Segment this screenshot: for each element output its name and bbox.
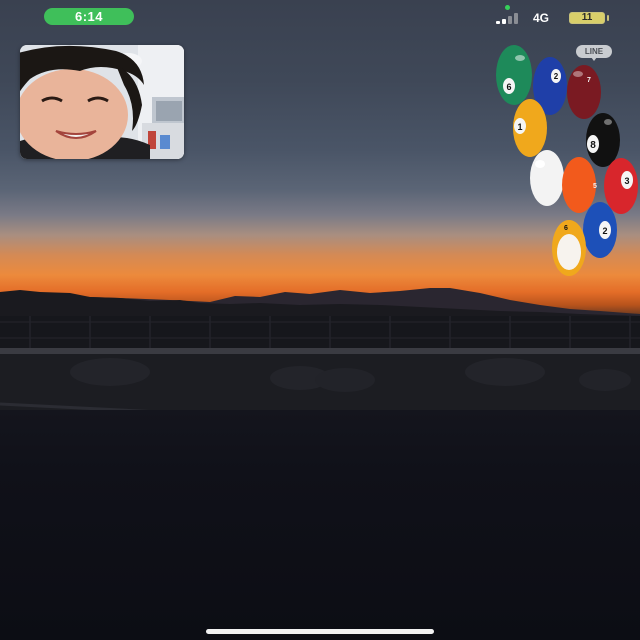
ball-8-black: 8 xyxy=(586,113,620,167)
ball-2-blue-lower: 2 xyxy=(583,202,617,258)
ball-label: 8 xyxy=(590,140,596,151)
battery-level-label: 11 xyxy=(581,12,593,23)
clock-pill[interactable]: 6:14 xyxy=(44,8,134,25)
video-call-screen: 6:14 4G 11 LINE 6 2 7 1 8 5 3 2 6 xyxy=(0,0,640,640)
ball-label: 3 xyxy=(624,176,629,186)
ball-6-yellow: 6 xyxy=(552,220,586,276)
ball-label: 6 xyxy=(506,82,511,92)
network-type-label: 4G xyxy=(533,11,550,25)
billiard-balls-sticker-icon[interactable]: 6 2 7 1 8 5 3 2 6 xyxy=(490,40,640,280)
cue-ball-white xyxy=(530,150,564,206)
ball-label: 6 xyxy=(564,225,568,232)
self-view-image xyxy=(20,45,184,159)
ball-label: 7 xyxy=(587,77,591,84)
ball-1-yellow: 1 xyxy=(513,99,547,157)
cellular-signal-icon xyxy=(496,12,524,24)
microphone-indicator-icon xyxy=(505,5,510,10)
ball-3-red: 3 xyxy=(604,158,638,214)
ball-label: 1 xyxy=(517,122,522,132)
battery-icon: 11 xyxy=(569,12,605,24)
ball-5-orange: 5 xyxy=(562,157,597,213)
ball-label: 2 xyxy=(602,226,607,236)
battery-cap-icon xyxy=(607,15,609,21)
ball-7-maroon: 7 xyxy=(567,65,601,119)
self-view-video[interactable] xyxy=(20,45,184,159)
ball-label: 2 xyxy=(554,72,559,81)
status-bar: 6:14 4G 11 xyxy=(0,0,640,34)
home-indicator-bar[interactable] xyxy=(206,629,434,634)
ball-label: 5 xyxy=(593,183,597,190)
clock-time: 6:14 xyxy=(74,9,104,24)
remote-video-road xyxy=(0,410,640,640)
ball-6-green: 6 xyxy=(496,45,532,105)
